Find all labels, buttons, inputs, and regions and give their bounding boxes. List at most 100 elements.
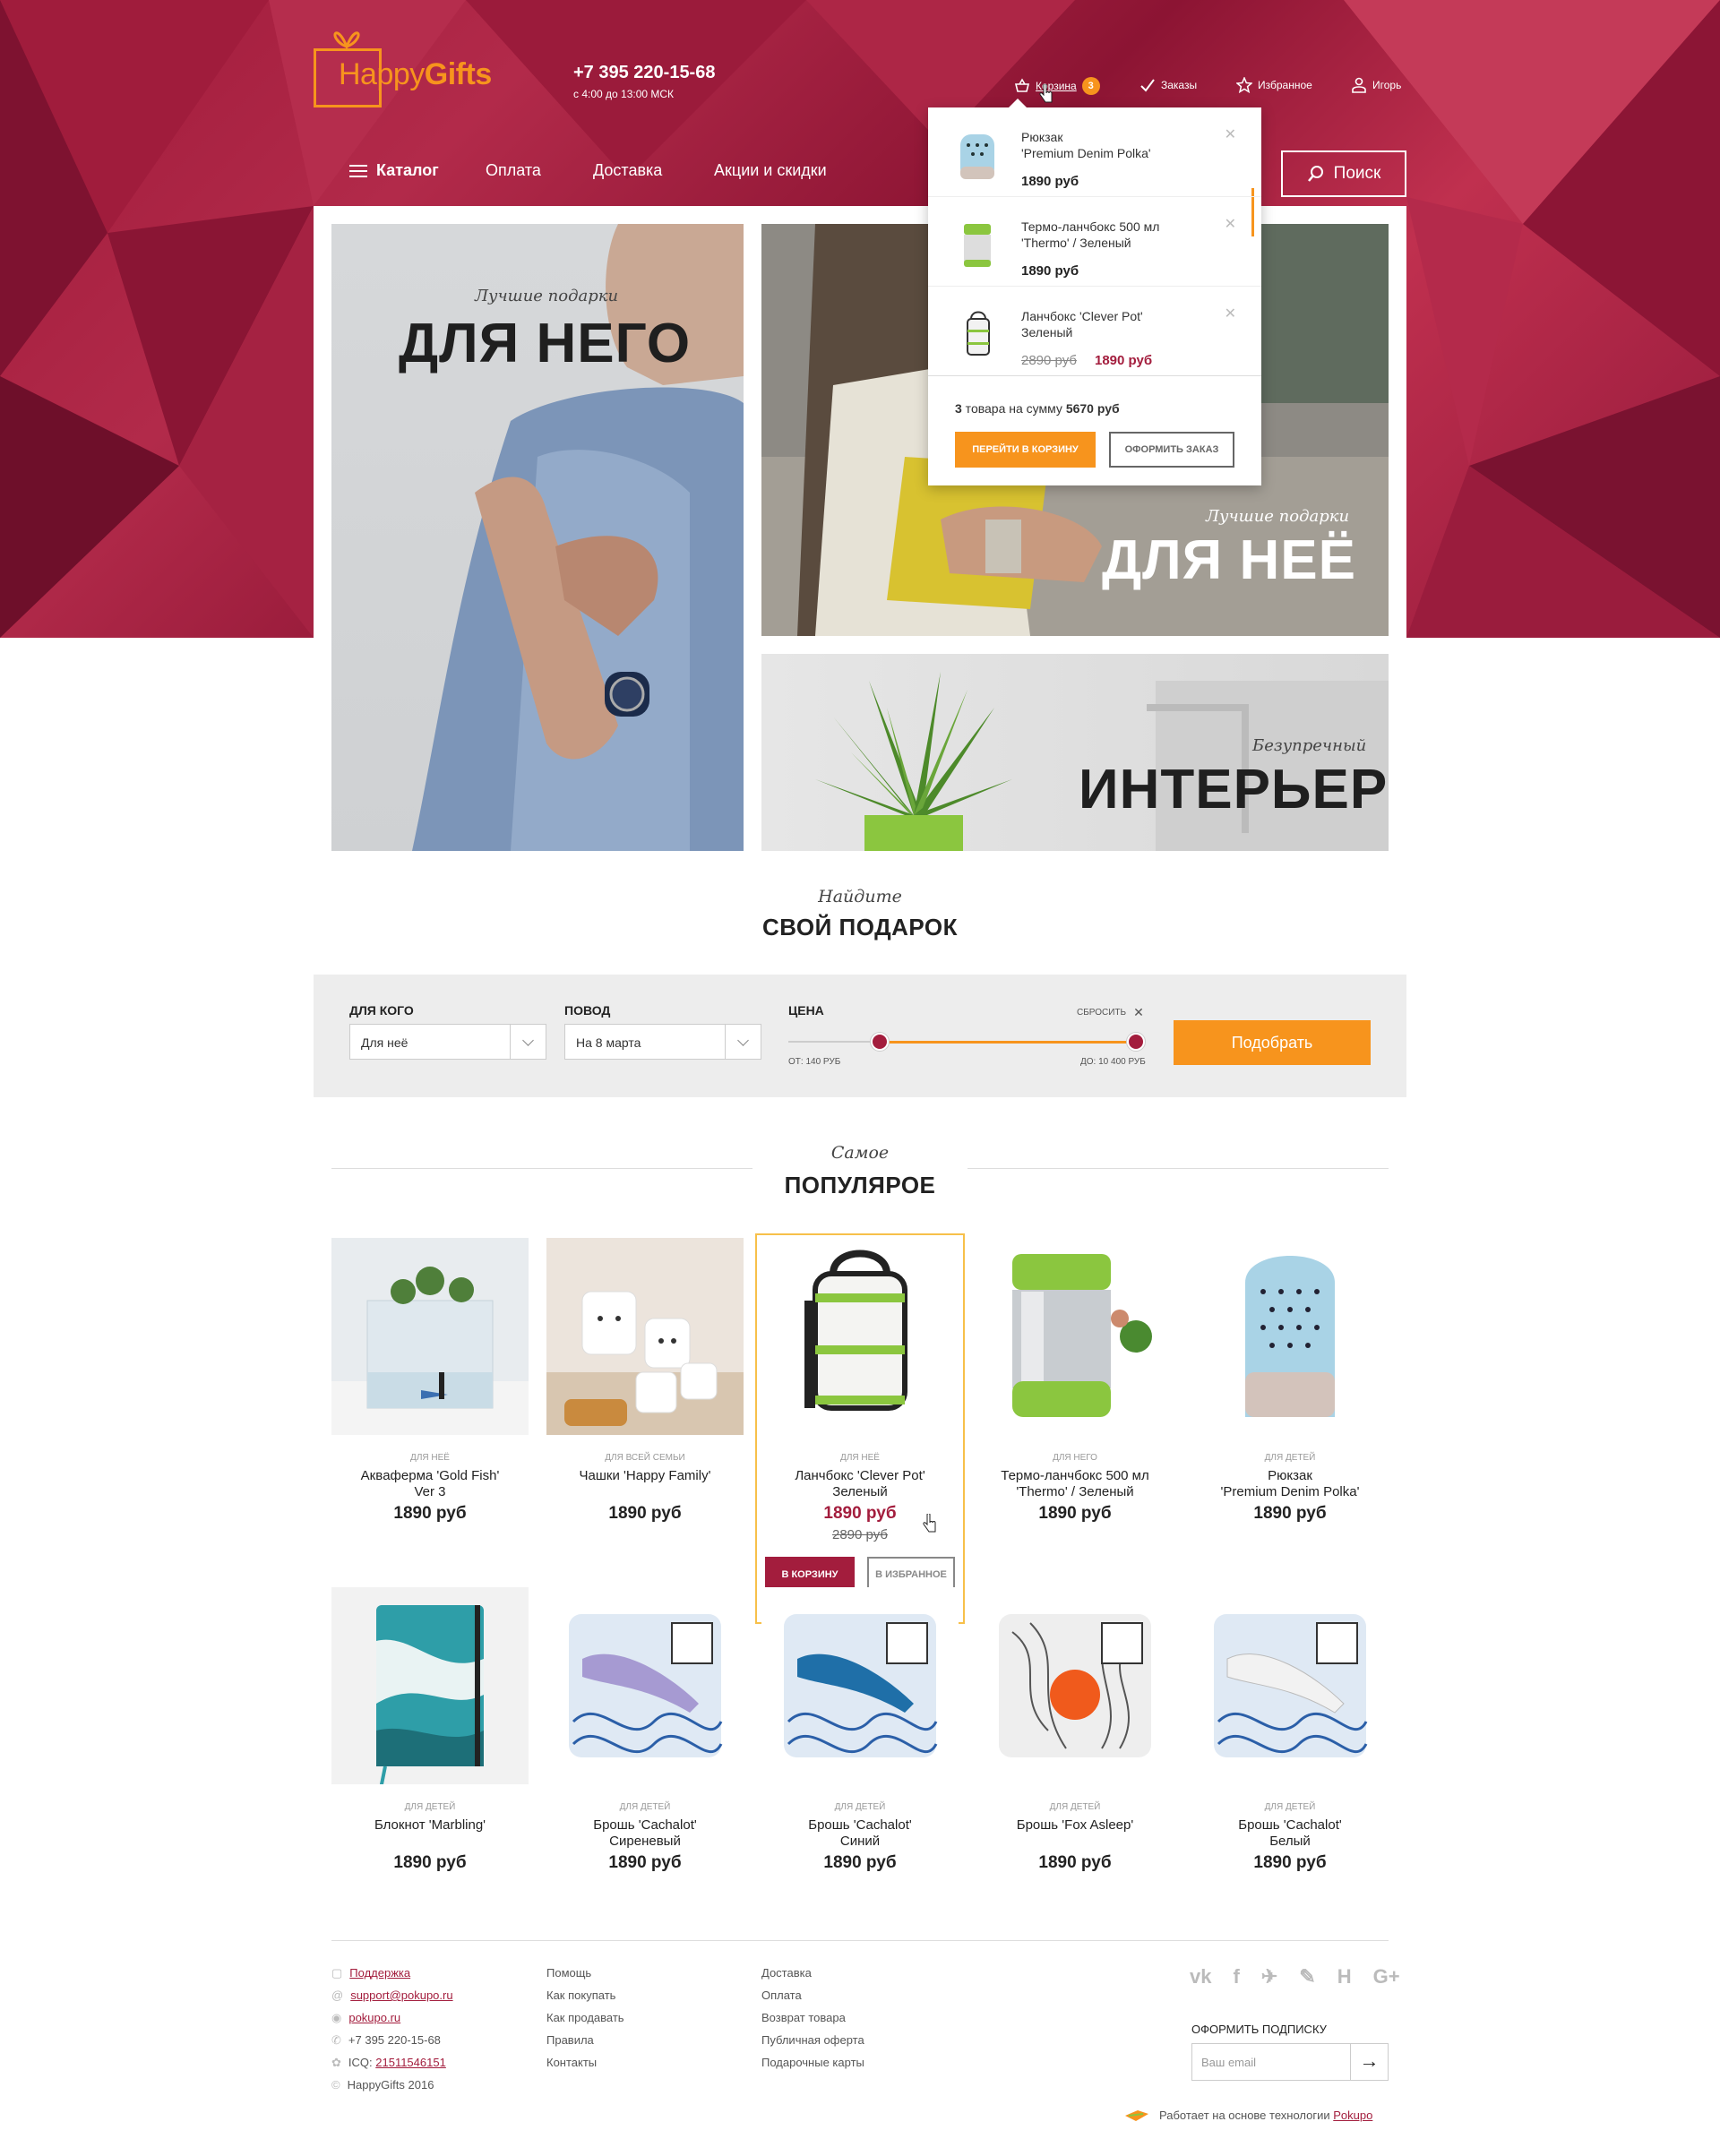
product-card[interactable]: ДЛЯ НЕЁ Ланчбокс 'Clever Pot' Зеленый 18…: [761, 1238, 959, 1602]
icq-link[interactable]: 21511546151: [375, 2056, 446, 2069]
skype-icon[interactable]: ✎: [1299, 1965, 1315, 1989]
cart-item-name[interactable]: Термо-ланчбокс 500 мл 'Thermo' / Зеленый: [1021, 219, 1200, 251]
banner-her-title: ДЛЯ НЕЁ: [1102, 529, 1357, 591]
cart-item: Рюкзак 'Premium Denim Polka' 1890 руб ✕: [928, 107, 1261, 197]
cart-item-name[interactable]: Рюкзак 'Premium Denim Polka': [1021, 129, 1200, 161]
product-card[interactable]: ДЛЯ ДЕТЕЙ Брошь 'Cachalot' Синий 1890 ру…: [761, 1587, 959, 1873]
product-image: [761, 1238, 959, 1435]
at-icon: @: [331, 1989, 344, 2002]
product-card[interactable]: ДЛЯ НЕГО Термо-ланчбокс 500 мл 'Thermo' …: [976, 1238, 1174, 1524]
remove-item-icon[interactable]: ✕: [1225, 125, 1236, 143]
hand-cursor-icon: [923, 1514, 936, 1533]
h-icon[interactable]: H: [1337, 1965, 1352, 1989]
chevron-down-icon: [725, 1025, 761, 1059]
footer-phone: +7 395 220-15-68: [348, 2033, 441, 2047]
nav-payment[interactable]: Оплата: [486, 161, 541, 180]
check-icon: [1140, 79, 1155, 92]
catalog-menu[interactable]: Каталог: [349, 161, 439, 180]
pick-gift-button[interactable]: Подобрать: [1174, 1020, 1371, 1065]
subscribe-email-input[interactable]: Ваш email →: [1191, 2043, 1389, 2081]
logo[interactable]: HappyGifts: [314, 23, 506, 109]
vk-icon[interactable]: vk: [1190, 1965, 1211, 1989]
go-to-cart-button[interactable]: ПЕРЕЙТИ В КОРЗИНУ: [955, 432, 1096, 468]
product-name[interactable]: Брошь 'Cachalot' Сиреневый: [546, 1817, 744, 1850]
footer-link-how-buy[interactable]: Как покупать: [546, 1984, 624, 2006]
user-link[interactable]: Игорь: [1351, 77, 1401, 93]
product-card[interactable]: ДЛЯ ДЕТЕЙ Брошь 'Cachalot' Белый 1890 ру…: [1191, 1587, 1389, 1873]
orders-link[interactable]: Заказы: [1140, 77, 1197, 93]
product-card[interactable]: ДЛЯ ВСЕЙ СЕМЬИ Чашки 'Happy Family' 1890…: [546, 1238, 744, 1524]
facebook-icon[interactable]: f: [1233, 1965, 1239, 1989]
footer-contacts: ▢ Поддержка @ support@pokupo.ru ◉ pokupo.ru…: [331, 1962, 453, 2096]
footer-link-returns[interactable]: Возврат товара: [761, 2006, 864, 2029]
footer-link-delivery[interactable]: Доставка: [761, 1962, 864, 1984]
cart-item-name[interactable]: Ланчбокс 'Clever Pot' Зеленый: [1021, 308, 1200, 340]
product-name[interactable]: Чашки 'Happy Family': [546, 1468, 744, 1500]
favorites-label: Избранное: [1258, 79, 1312, 91]
product-card[interactable]: ДЛЯ ДЕТЕЙ Брошь 'Cachalot' Сиреневый 189…: [546, 1587, 744, 1873]
occasion-label: ПОВОД: [564, 1003, 611, 1018]
site-link[interactable]: pokupo.ru: [348, 2006, 400, 2029]
product-price: 1890 руб: [1253, 1853, 1327, 1872]
google-plus-icon[interactable]: G+: [1373, 1965, 1400, 1989]
remove-item-icon[interactable]: ✕: [1225, 215, 1236, 233]
nav-promo[interactable]: Акции и скидки: [714, 161, 827, 180]
find-subtitle: Найдите: [818, 887, 902, 906]
product-price: 1890 руб: [608, 1853, 682, 1872]
arrow-right-icon[interactable]: →: [1350, 2044, 1388, 2080]
powered-by: Работает на основе технологии Pokupo: [1123, 2107, 1372, 2123]
occasion-select[interactable]: На 8 марта: [564, 1024, 761, 1060]
twitter-icon[interactable]: ✈: [1261, 1965, 1277, 1989]
product-name[interactable]: Брошь 'Cachalot' Белый: [1191, 1817, 1389, 1850]
product-name[interactable]: Брошь 'Cachalot' Синий: [761, 1817, 959, 1850]
product-card[interactable]: ДЛЯ ДЕТЕЙ Брошь 'Fox Asleep' 1890 руб: [976, 1587, 1174, 1873]
footer-link-help[interactable]: Помощь: [546, 1962, 624, 1984]
product-category: ДЛЯ ДЕТЕЙ: [1049, 1802, 1101, 1812]
product-name[interactable]: Блокнот 'Marbling': [331, 1817, 529, 1850]
product-price: 1890 руб: [1038, 1504, 1112, 1523]
product-card[interactable]: ДЛЯ ДЕТЕЙ Блокнот 'Marbling' 1890 руб: [331, 1587, 529, 1873]
footer-link-payment[interactable]: Оплата: [761, 1984, 864, 2006]
price-min-handle[interactable]: [871, 1033, 889, 1051]
header-phone[interactable]: +7 395 220-15-68: [573, 63, 715, 83]
product-name[interactable]: Аквaферма 'Gold Fish' Ver 3: [331, 1468, 529, 1500]
banner-for-him[interactable]: Лучшие подарки ДЛЯ НЕГО: [331, 224, 744, 851]
product-category: ДЛЯ ДЕТЕЙ: [404, 1802, 456, 1812]
thermo-thumb: [964, 224, 991, 267]
product-name[interactable]: Рюкзак 'Premium Denim Polka': [1191, 1468, 1389, 1500]
find-title: СВОЙ ПОДАРОК: [762, 914, 958, 941]
remove-item-icon[interactable]: ✕: [1225, 305, 1236, 322]
favorites-link[interactable]: Избранное: [1236, 77, 1312, 93]
nav-delivery[interactable]: Доставка: [593, 161, 662, 180]
product-card[interactable]: ДЛЯ НЕЁ Аквaферма 'Gold Fish' Ver 3 1890…: [331, 1238, 529, 1524]
banner-interior[interactable]: Безупречный ИНТЕРЬЕР: [761, 654, 1389, 851]
product-name[interactable]: Брошь 'Fox Asleep': [976, 1817, 1174, 1850]
checkout-button[interactable]: ОФОРМИТЬ ЗАКАЗ: [1109, 432, 1234, 468]
social-links: vk f ✈ ✎ H G+: [1190, 1965, 1400, 1989]
catalog-label: Каталог: [376, 161, 439, 179]
pokupo-logo-icon: [1125, 2110, 1148, 2121]
email-link[interactable]: support@pokupo.ru: [350, 1984, 452, 2006]
banner-interior-title: ИНТЕРЬЕР: [1079, 759, 1389, 820]
for-whom-select[interactable]: Для неё: [349, 1024, 546, 1060]
footer-link-contacts[interactable]: Контакты: [546, 2051, 624, 2074]
cart-link[interactable]: Корзина 3: [1014, 77, 1100, 95]
support-link[interactable]: Поддержка: [349, 1962, 410, 1984]
footer-link-gift-cards[interactable]: Подарочные карты: [761, 2051, 864, 2074]
search-button[interactable]: Поиск: [1281, 150, 1406, 197]
product-name[interactable]: Термо-ланчбокс 500 мл 'Thermo' / Зеленый: [976, 1468, 1174, 1500]
footer-link-offer[interactable]: Публичная оферта: [761, 2029, 864, 2051]
hand-cursor-icon: [1039, 84, 1053, 103]
price-max-handle[interactable]: [1127, 1033, 1145, 1051]
footer-col-help: Помощь Как покупать Как продавать Правил…: [546, 1962, 624, 2074]
footer-link-how-sell[interactable]: Как продавать: [546, 2006, 624, 2029]
reset-filter[interactable]: СБРОСИТЬ ✕: [1077, 1005, 1144, 1020]
product-name[interactable]: Ланчбокс 'Clever Pot' Зеленый: [761, 1468, 959, 1500]
gift-bow-icon: [333, 31, 360, 48]
divider: [968, 1168, 1389, 1169]
product-card[interactable]: ДЛЯ ДЕТЕЙ Рюкзак 'Premium Denim Polka' 1…: [1191, 1238, 1389, 1524]
occasion-value: На 8 марта: [576, 1035, 641, 1050]
footer-link-rules[interactable]: Правила: [546, 2029, 624, 2051]
product-image: [1191, 1587, 1389, 1784]
pokupo-link[interactable]: Pokupo: [1333, 2109, 1372, 2122]
